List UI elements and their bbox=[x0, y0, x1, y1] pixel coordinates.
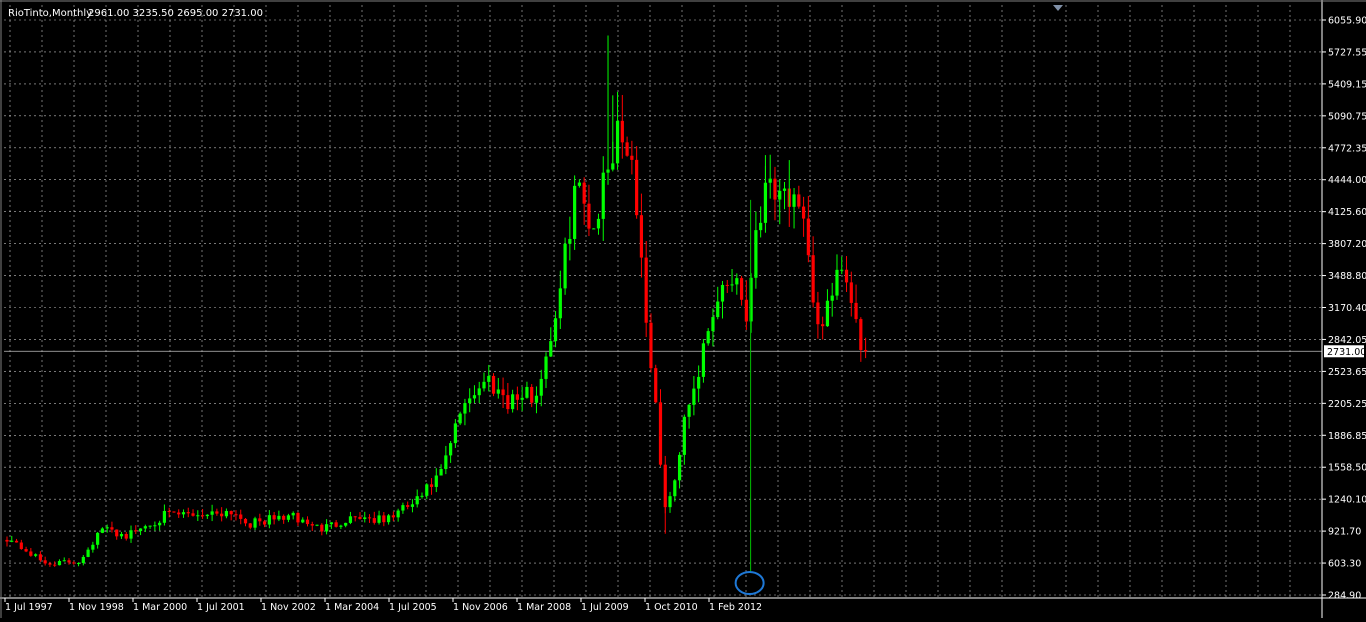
x-tick-label: 1 Mar 2004 bbox=[325, 602, 379, 613]
y-tick-label: 2523.65 bbox=[1328, 367, 1366, 378]
x-tick-label: 1 Oct 2010 bbox=[645, 602, 698, 613]
y-tick-label: 921.70 bbox=[1328, 527, 1361, 538]
x-tick-label: 1 Nov 1998 bbox=[69, 602, 124, 613]
y-tick-label: 5409.15 bbox=[1328, 79, 1366, 90]
candle bbox=[573, 175, 577, 250]
y-tick-label: 284.90 bbox=[1328, 591, 1361, 602]
price-chart[interactable]: 6055.90 5727.55 5409.15 5090.75 4772.35 4444.… bbox=[0, 0, 1366, 618]
x-tick-label: 1 Jul 2001 bbox=[197, 602, 245, 613]
candle bbox=[491, 373, 496, 397]
y-tick-label: 603.30 bbox=[1328, 559, 1361, 570]
x-tick-label: 1 Feb 2012 bbox=[709, 602, 762, 613]
y-tick-label: 3170.40 bbox=[1328, 303, 1366, 314]
ohlc-info: 2961.00 3235.50 2695.00 2731.00 bbox=[88, 8, 263, 19]
y-tick-label: 2842.05 bbox=[1328, 335, 1366, 346]
x-tick-label: 1 Jul 1997 bbox=[5, 602, 53, 613]
candle bbox=[458, 411, 462, 426]
y-tick-label: 4772.35 bbox=[1328, 143, 1366, 154]
y-tick-label: 1240.10 bbox=[1328, 495, 1366, 506]
y-tick-label: 1886.85 bbox=[1328, 431, 1366, 442]
x-tick-label: 1 Mar 2008 bbox=[517, 602, 571, 613]
y-tick-label: 5090.75 bbox=[1328, 111, 1366, 122]
x-tick-label: 1 Jul 2009 bbox=[581, 602, 629, 613]
y-tick-label: 3488.80 bbox=[1328, 271, 1366, 282]
y-tick-label: 1558.50 bbox=[1328, 463, 1366, 474]
y-tick-label: 2205.25 bbox=[1328, 399, 1366, 410]
candle bbox=[563, 237, 567, 295]
y-tick-label: 5727.55 bbox=[1328, 47, 1366, 58]
current-price-label: 2731.00 bbox=[1327, 347, 1366, 358]
chart-window[interactable]: 6055.90 5727.55 5409.15 5090.75 4772.35 4444.… bbox=[0, 0, 1366, 618]
candle bbox=[654, 364, 658, 404]
x-tick-label: 1 Nov 2006 bbox=[453, 602, 508, 613]
x-tick-label: 1 Jul 2005 bbox=[389, 602, 437, 613]
y-tick-label: 4444.00 bbox=[1328, 175, 1366, 186]
x-tick-label: 1 Mar 2000 bbox=[133, 602, 187, 613]
y-tick-label: 6055.90 bbox=[1328, 16, 1366, 27]
x-tick-label: 1 Nov 2002 bbox=[261, 602, 316, 613]
y-tick-label: 3807.20 bbox=[1328, 239, 1366, 250]
y-tick-label: 4125.60 bbox=[1328, 207, 1366, 218]
symbol-info: RioTinto,Monthly bbox=[8, 8, 92, 19]
candle bbox=[701, 339, 706, 383]
